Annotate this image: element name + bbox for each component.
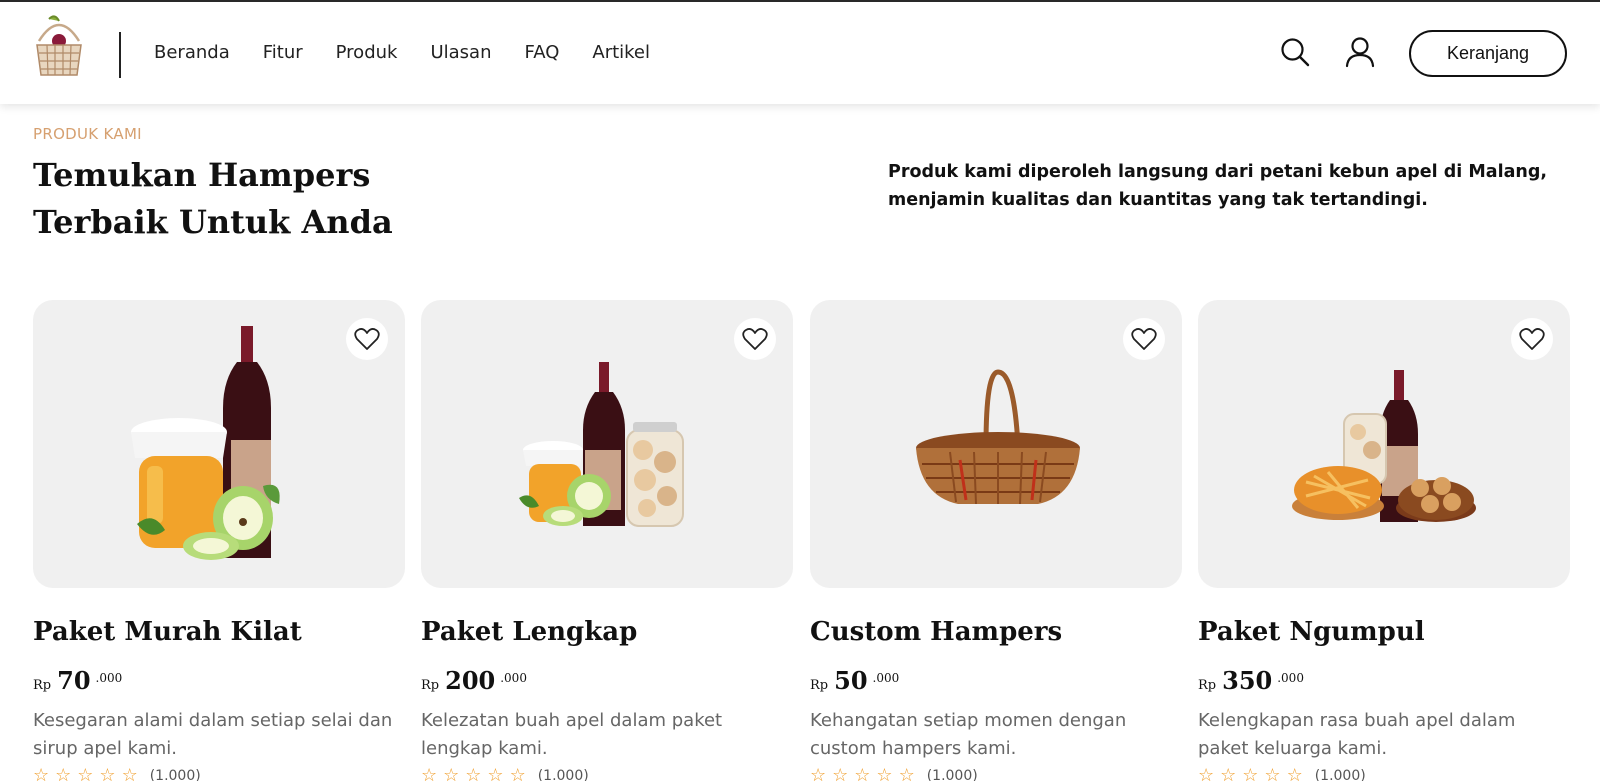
favorite-button[interactable] (734, 318, 776, 360)
basket-logo-icon[interactable] (33, 11, 85, 79)
product-name[interactable]: Paket Lengkap (421, 616, 793, 648)
price-decimal: .000 (95, 671, 123, 685)
section-description: Produk kami diperoleh langsung dari peta… (888, 162, 1548, 210)
user-icon[interactable] (1344, 36, 1376, 68)
cart-button[interactable]: Keranjang (1409, 30, 1567, 77)
product-card-paket-murah-kilat[interactable]: Paket Murah Kilat Rp 70 .000 Kesegaran a… (33, 300, 405, 781)
price-value: 70 (57, 666, 91, 695)
product-card-custom-hampers[interactable]: Custom Hampers Rp 50 .000 Kehangatan set… (810, 300, 1182, 781)
nav-faq[interactable]: FAQ (525, 42, 560, 64)
favorite-button[interactable] (346, 318, 388, 360)
section-title-line-1: Temukan Hampers (33, 156, 371, 194)
section-title: Temukan Hampers Terbaik Untuk Anda (33, 152, 633, 246)
price-value: 200 (445, 666, 496, 695)
price-currency: Rp (810, 678, 829, 693)
heart-icon (742, 328, 768, 350)
product-description: Kesegaran alami dalam setiap selai dan s… (33, 710, 393, 759)
price-value: 350 (1222, 666, 1273, 695)
price-value: 50 (834, 666, 868, 695)
main-nav: Beranda Fitur Produk Ulasan FAQ Artikel (154, 42, 683, 64)
navbar: Beranda Fitur Produk Ulasan FAQ Artikel … (0, 2, 1600, 104)
favorite-button[interactable] (1511, 318, 1553, 360)
section-title-line-2: Terbaik Untuk Anda (33, 203, 393, 241)
product-name[interactable]: Paket Murah Kilat (33, 616, 405, 648)
heart-icon (354, 328, 380, 350)
product-price: Rp 50 .000 (810, 666, 1182, 695)
product-card-paket-ngumpul[interactable]: Paket Ngumpul Rp 350 .000 Kelengkapan ra… (1198, 300, 1570, 781)
product-image-container[interactable] (33, 300, 405, 588)
product-card-paket-lengkap[interactable]: Paket Lengkap Rp 200 .000 Kelezatan buah… (421, 300, 793, 781)
product-price: Rp 200 .000 (421, 666, 793, 695)
nav-produk[interactable]: Produk (336, 42, 398, 64)
product-image-container[interactable] (1198, 300, 1570, 588)
price-decimal: .000 (500, 671, 527, 685)
price-currency: Rp (1198, 678, 1217, 693)
product-image-container[interactable] (421, 300, 793, 588)
header-divider (119, 32, 121, 78)
favorite-button[interactable] (1123, 318, 1165, 360)
heart-icon (1131, 328, 1157, 350)
price-decimal: .000 (872, 671, 900, 685)
price-decimal: .000 (1277, 671, 1304, 685)
product-price: Rp 350 .000 (1198, 666, 1570, 695)
product-name[interactable]: Custom Hampers (810, 616, 1182, 648)
product-name[interactable]: Paket Ngumpul (1198, 616, 1570, 648)
nav-ulasan[interactable]: Ulasan (430, 42, 491, 64)
price-currency: Rp (33, 678, 52, 693)
search-icon[interactable] (1279, 36, 1311, 68)
product-description: Kelezatan buah apel dalam paket lengkap … (421, 710, 723, 759)
nav-fitur[interactable]: Fitur (263, 42, 303, 64)
product-price: Rp 70 .000 (33, 666, 405, 695)
nav-artikel[interactable]: Artikel (592, 42, 650, 64)
heart-icon (1519, 328, 1545, 350)
product-description: Kehangatan setiap momen dengan custom ha… (810, 710, 1127, 759)
product-description: Kelengkapan rasa buah apel dalam paket k… (1198, 710, 1516, 759)
price-currency: Rp (421, 678, 440, 693)
nav-beranda[interactable]: Beranda (154, 42, 230, 64)
section-eyebrow: PRODUK KAMI (33, 125, 142, 143)
product-image-container[interactable] (810, 300, 1182, 588)
